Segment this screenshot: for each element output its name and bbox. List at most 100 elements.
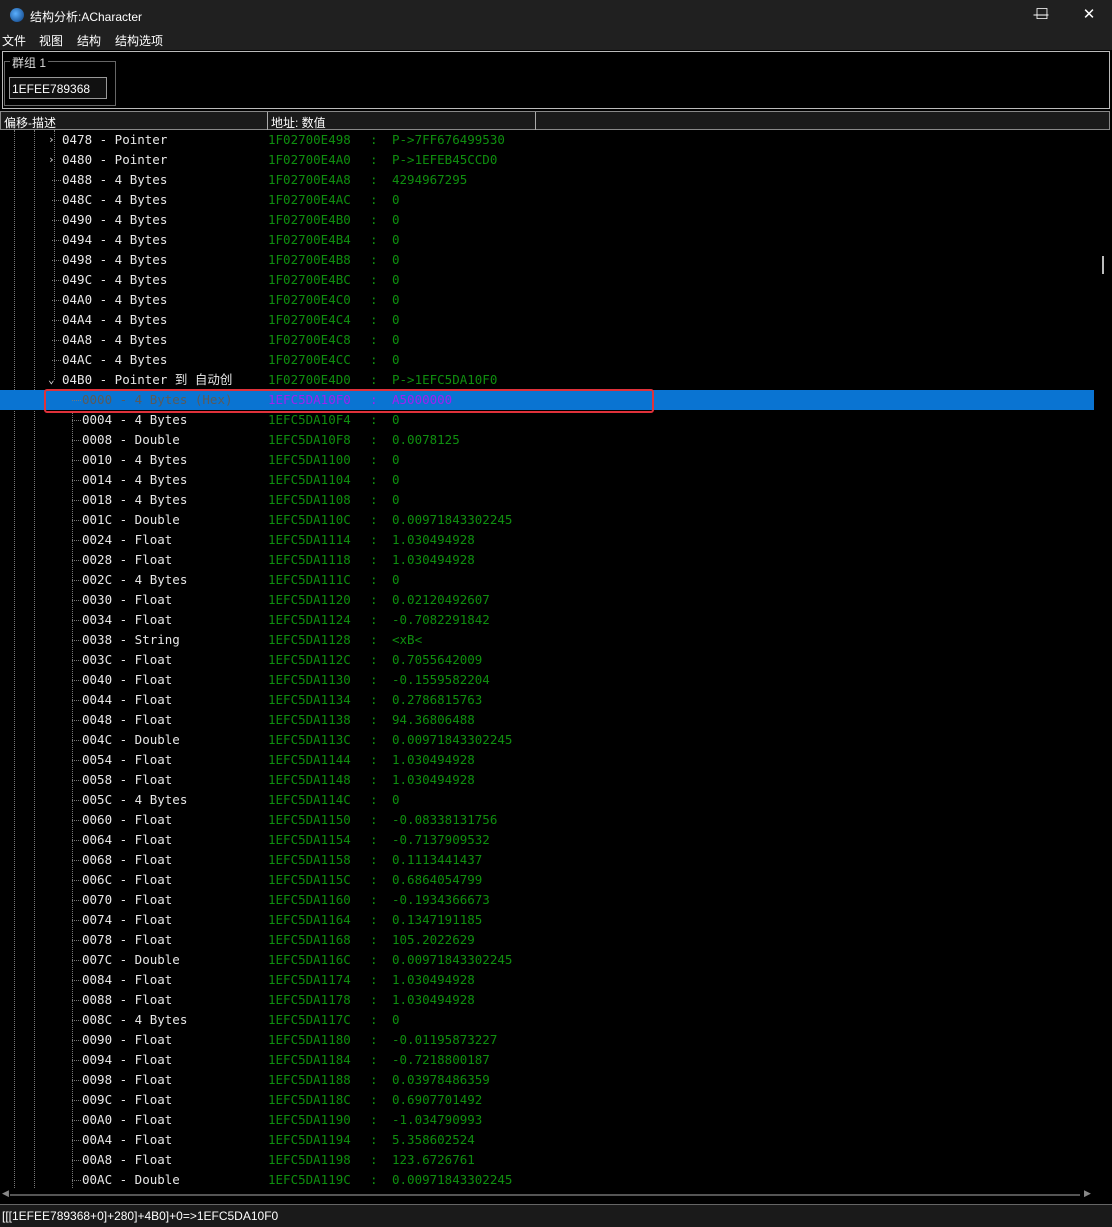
group-address-field[interactable]: 1EFEE789368 <box>9 77 107 99</box>
tree-branch-line <box>72 760 81 761</box>
tree-row[interactable]: 0040 - Float 1EFC5DA1130: -0.1559582204 <box>0 670 1094 690</box>
scroll-right-icon[interactable]: ▶ <box>1084 1188 1091 1199</box>
tree-branch-line <box>72 840 81 841</box>
selection-highlight-box <box>44 389 654 413</box>
scrollbar-thumb[interactable] <box>10 1194 1080 1196</box>
maximize-button[interactable]: ☐ <box>1019 0 1065 30</box>
menu-file[interactable]: 文件 <box>2 32 26 49</box>
tree-row[interactable]: 04A4 - 4 Bytes 1F02700E4C4:0 <box>0 310 1094 330</box>
tree-row[interactable]: 002C - 4 Bytes 1EFC5DA111C:0 <box>0 570 1094 590</box>
tree-row[interactable]: › 0480 - Pointer 1F02700E4A0: P->1EFEB45CCD… <box>0 150 1094 170</box>
tree-row[interactable]: 0038 - String 1EFC5DA1128: <xB< <box>0 630 1094 650</box>
tree-row[interactable]: 00AC - Double 1EFC5DA119C:0.0097184330224… <box>0 1170 1094 1188</box>
tree-row[interactable]: 00A8 - Float 1EFC5DA1198:123.6726761 <box>0 1150 1094 1170</box>
tree-row[interactable]: 00A0 - Float 1EFC5DA1190: -1.034790993 <box>0 1110 1094 1130</box>
tree-row[interactable]: 0044 - Float 1EFC5DA1134:0.2786815763 <box>0 690 1094 710</box>
tree-row[interactable]: 0008 - Double 1EFC5DA10F8:0.0078125 <box>0 430 1094 450</box>
row-separator: : <box>370 272 378 287</box>
close-button[interactable]: ✕ <box>1066 0 1112 30</box>
row-value: 0.1347191185 <box>392 912 483 927</box>
menu-structure-options[interactable]: 结构选项 <box>115 32 163 49</box>
row-separator: : <box>370 412 378 427</box>
row-value: -0.7082291842 <box>392 612 490 627</box>
row-value: 1.030494928 <box>392 532 475 547</box>
tree-row[interactable]: ⌄ 04B0 - Pointer 到 自动创 1F02700E4D0: P->1EFC… <box>0 370 1094 390</box>
collapsed-chevron-icon[interactable]: › <box>48 150 55 170</box>
tree-row[interactable]: 005C - 4 Bytes 1EFC5DA114C:0 <box>0 790 1094 810</box>
scroll-left-icon[interactable]: ◀ <box>2 1188 9 1199</box>
tree-row[interactable]: 0084 - Float 1EFC5DA1174:1.030494928 <box>0 970 1094 990</box>
tree-row[interactable]: 001C - Double 1EFC5DA110C:0.0097184330224… <box>0 510 1094 530</box>
row-address: 1EFC5DA1138 <box>268 712 351 727</box>
structure-tree[interactable]: › 0478 - Pointer 1F02700E498: P->7FF6764995… <box>0 130 1094 1188</box>
horizontal-scrollbar[interactable]: ◀ ▶ <box>0 1188 1112 1202</box>
tree-row[interactable]: 0068 - Float 1EFC5DA1158:0.1113441437 <box>0 850 1094 870</box>
tree-row[interactable]: 0494 - 4 Bytes 1F02700E4B4:0 <box>0 230 1094 250</box>
tree-row[interactable]: 0058 - Float 1EFC5DA1148:1.030494928 <box>0 770 1094 790</box>
column-divider[interactable] <box>535 112 536 130</box>
tree-row[interactable]: 0490 - 4 Bytes 1F02700E4B0:0 <box>0 210 1094 230</box>
tree-row[interactable]: 004C - Double 1EFC5DA113C:0.0097184330224… <box>0 730 1094 750</box>
tree-row[interactable]: 0064 - Float 1EFC5DA1154: -0.7137909532 <box>0 830 1094 850</box>
tree-row[interactable]: 0488 - 4 Bytes 1F02700E4A8:4294967295 <box>0 170 1094 190</box>
tree-row[interactable]: › 0478 - Pointer 1F02700E498: P->7FF6764995… <box>0 130 1094 150</box>
menu-view[interactable]: 视图 <box>39 32 63 49</box>
tree-row[interactable]: 0070 - Float 1EFC5DA1160: -0.1934366673 <box>0 890 1094 910</box>
tree-row[interactable]: 049C - 4 Bytes 1F02700E4BC:0 <box>0 270 1094 290</box>
tree-row[interactable]: 0060 - Float 1EFC5DA1150: -0.08338131756 <box>0 810 1094 830</box>
tree-row[interactable]: 0054 - Float 1EFC5DA1144:1.030494928 <box>0 750 1094 770</box>
row-value: 0 <box>392 232 400 247</box>
column-addr-header[interactable]: 地址: 数值 <box>271 114 326 131</box>
row-value: 0.00971843302245 <box>392 1172 513 1187</box>
row-separator: : <box>370 212 378 227</box>
tree-branch-line <box>72 580 81 581</box>
tree-row[interactable]: 048C - 4 Bytes 1F02700E4AC:0 <box>0 190 1094 210</box>
tree-row[interactable]: 0090 - Float 1EFC5DA1180: -0.01195873227 <box>0 1030 1094 1050</box>
tree-row[interactable]: 0034 - Float 1EFC5DA1124: -0.7082291842 <box>0 610 1094 630</box>
row-address: 1EFC5DA1148 <box>268 772 351 787</box>
tree-row[interactable]: 0010 - 4 Bytes 1EFC5DA1100:0 <box>0 450 1094 470</box>
tree-row[interactable]: 0018 - 4 Bytes 1EFC5DA1108:0 <box>0 490 1094 510</box>
tree-row[interactable]: 04A0 - 4 Bytes 1F02700E4C0:0 <box>0 290 1094 310</box>
tree-row[interactable]: 006C - Float 1EFC5DA115C:0.6864054799 <box>0 870 1094 890</box>
tree-row[interactable]: 003C - Float 1EFC5DA112C:0.7055642009 <box>0 650 1094 670</box>
row-value: -0.7137909532 <box>392 832 490 847</box>
row-separator: : <box>370 992 378 1007</box>
row-value: 123.6726761 <box>392 1152 475 1167</box>
row-description: 0048 - Float <box>82 712 173 727</box>
scrollbar-thumb[interactable] <box>1102 256 1104 274</box>
tree-row[interactable]: 00A4 - Float 1EFC5DA1194:5.358602524 <box>0 1130 1094 1150</box>
tree-row[interactable]: 04AC - 4 Bytes 1F02700E4CC:0 <box>0 350 1094 370</box>
tree-row[interactable]: 0094 - Float 1EFC5DA1184: -0.7218800187 <box>0 1050 1094 1070</box>
tree-row[interactable]: 0498 - 4 Bytes 1F02700E4B8:0 <box>0 250 1094 270</box>
column-divider[interactable] <box>267 112 268 130</box>
tree-row[interactable]: 0014 - 4 Bytes 1EFC5DA1104:0 <box>0 470 1094 490</box>
tree-row[interactable]: 007C - Double 1EFC5DA116C:0.0097184330224… <box>0 950 1094 970</box>
column-desc-header[interactable]: 偏移-描述 <box>4 114 56 131</box>
tree-row[interactable]: 04A8 - 4 Bytes 1F02700E4C8:0 <box>0 330 1094 350</box>
tree-branch-line <box>72 660 81 661</box>
tree-branch-line <box>72 1060 81 1061</box>
tree-row[interactable]: 0078 - Float 1EFC5DA1168:105.2022629 <box>0 930 1094 950</box>
row-address: 1F02700E498 <box>268 132 351 147</box>
tree-row[interactable]: 0048 - Float 1EFC5DA1138:94.36806488 <box>0 710 1094 730</box>
tree-row[interactable]: 0028 - Float 1EFC5DA1118:1.030494928 <box>0 550 1094 570</box>
tree-row[interactable]: 0024 - Float 1EFC5DA1114:1.030494928 <box>0 530 1094 550</box>
row-address: 1EFC5DA1184 <box>268 1052 351 1067</box>
menu-structure[interactable]: 结构 <box>77 32 101 49</box>
row-description: 00A4 - Float <box>82 1132 173 1147</box>
tree-row[interactable]: 0030 - Float 1EFC5DA1120:0.02120492607 <box>0 590 1094 610</box>
tree-row[interactable]: 0004 - 4 Bytes 1EFC5DA10F4:0 <box>0 410 1094 430</box>
tree-branch-line <box>52 360 61 361</box>
vertical-scrollbar[interactable] <box>1094 130 1112 1188</box>
tree-row[interactable]: 0074 - Float 1EFC5DA1164:0.1347191185 <box>0 910 1094 930</box>
tree-row[interactable]: 009C - Float 1EFC5DA118C:0.6907701492 <box>0 1090 1094 1110</box>
row-address: 1EFC5DA1194 <box>268 1132 351 1147</box>
tree-row[interactable]: 008C - 4 Bytes 1EFC5DA117C:0 <box>0 1010 1094 1030</box>
tree-row[interactable]: 0098 - Float 1EFC5DA1188:0.03978486359 <box>0 1070 1094 1090</box>
tree-row[interactable]: 0088 - Float 1EFC5DA1178:1.030494928 <box>0 990 1094 1010</box>
expanded-chevron-icon[interactable]: ⌄ <box>48 370 55 390</box>
collapsed-chevron-icon[interactable]: › <box>48 130 55 150</box>
row-separator: : <box>370 852 378 867</box>
tree-branch-line <box>52 180 61 181</box>
